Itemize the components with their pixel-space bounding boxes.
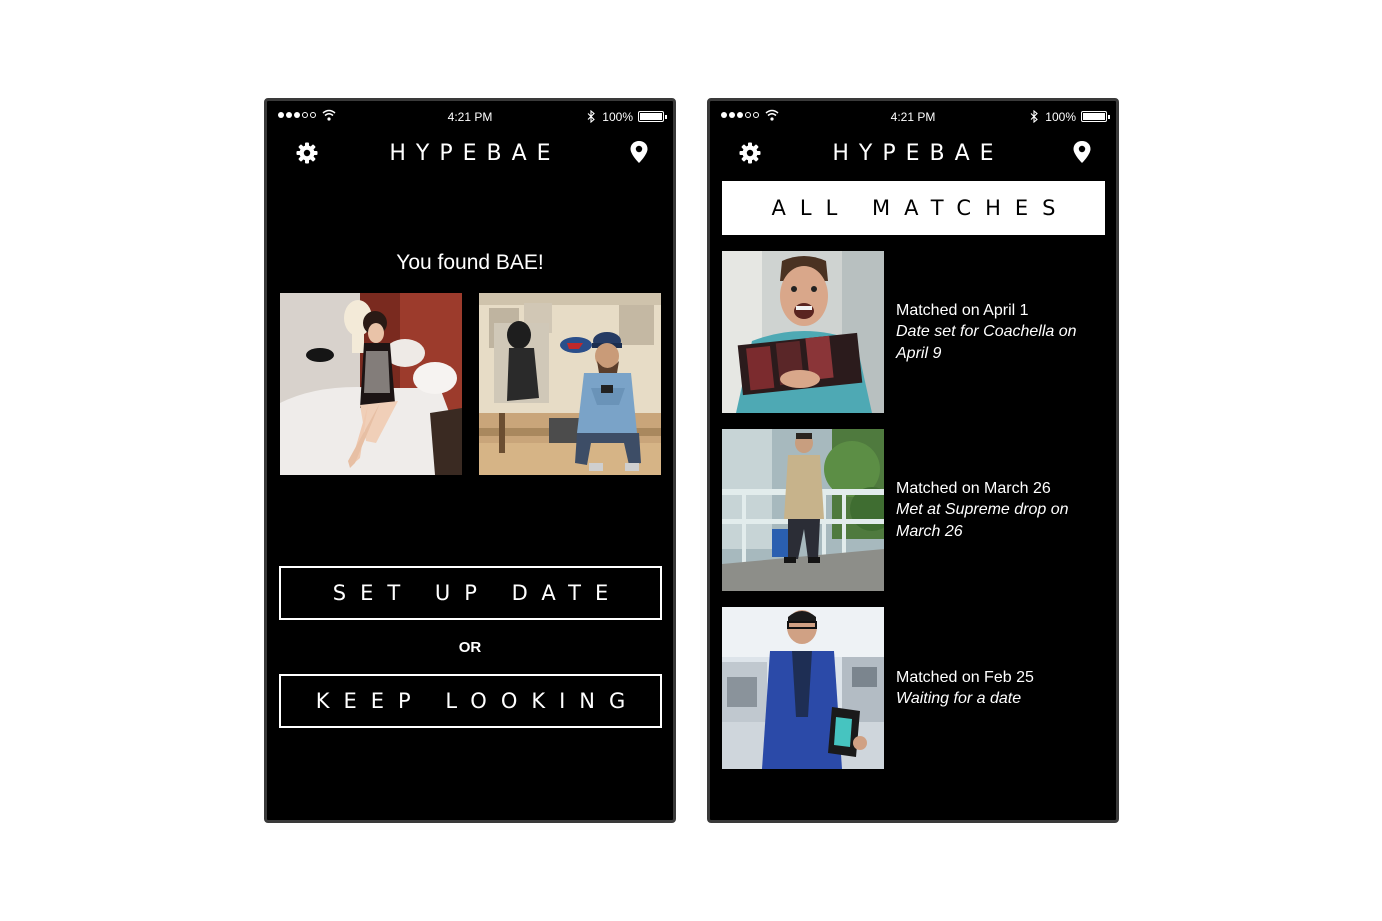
match-date: Matched on March 26 [896, 479, 1051, 497]
bluetooth-icon [1030, 110, 1038, 123]
or-divider-text: OR [458, 639, 482, 656]
app-logo: HYPEBAE [389, 141, 561, 166]
match-list-item[interactable]: Matched on April 1 Date set for Coachell… [722, 251, 1105, 413]
match-photo [722, 251, 884, 413]
match-date: Matched on Feb 25 [896, 668, 1034, 686]
user-photo-man [479, 293, 661, 475]
user-photo-woman [280, 293, 462, 475]
match-details: Matched on March 26 Met at Supreme drop … [896, 429, 1106, 591]
bluetooth-icon [587, 110, 595, 123]
match-details: Matched on Feb 25 Waiting for a date [896, 607, 1106, 769]
battery-icon [1081, 111, 1110, 122]
match-photo [722, 429, 884, 591]
match-found-title: You found BAE! [396, 251, 544, 274]
match-list-item[interactable]: Matched on Feb 25 Waiting for a date [722, 607, 1105, 769]
phone-screen-match-found: 4:21 PM 100% HYPEBAE You found BAE! SET … [264, 98, 676, 823]
all-matches-header: ALL MATCHES [722, 181, 1105, 235]
battery-percent: 100% [1045, 110, 1076, 124]
match-note: Met at Supreme drop on March 26 [896, 501, 1069, 540]
status-bar: 4:21 PM 100% [710, 109, 1116, 125]
battery-icon [638, 111, 667, 122]
location-pin-icon[interactable] [1072, 140, 1092, 164]
match-date: Matched on April 1 [896, 301, 1029, 319]
status-bar: 4:21 PM 100% [267, 109, 673, 125]
nav-bar: HYPEBAE [267, 137, 673, 169]
location-pin-icon[interactable] [629, 140, 649, 164]
match-note: Date set for Coachella on April 9 [896, 323, 1077, 362]
nav-bar: HYPEBAE [710, 137, 1116, 169]
app-logo: HYPEBAE [832, 141, 1004, 166]
battery-percent: 100% [602, 110, 633, 124]
keep-looking-button[interactable]: KEEP LOOKING [279, 674, 662, 728]
match-list-item[interactable]: Matched on March 26 Met at Supreme drop … [722, 429, 1105, 591]
match-photo [722, 607, 884, 769]
match-note: Waiting for a date [896, 690, 1022, 707]
set-up-date-button[interactable]: SET UP DATE [279, 566, 662, 620]
match-details: Matched on April 1 Date set for Coachell… [896, 251, 1106, 413]
phone-screen-all-matches: 4:21 PM 100% HYPEBAE ALL MATCHES Matched… [707, 98, 1119, 823]
